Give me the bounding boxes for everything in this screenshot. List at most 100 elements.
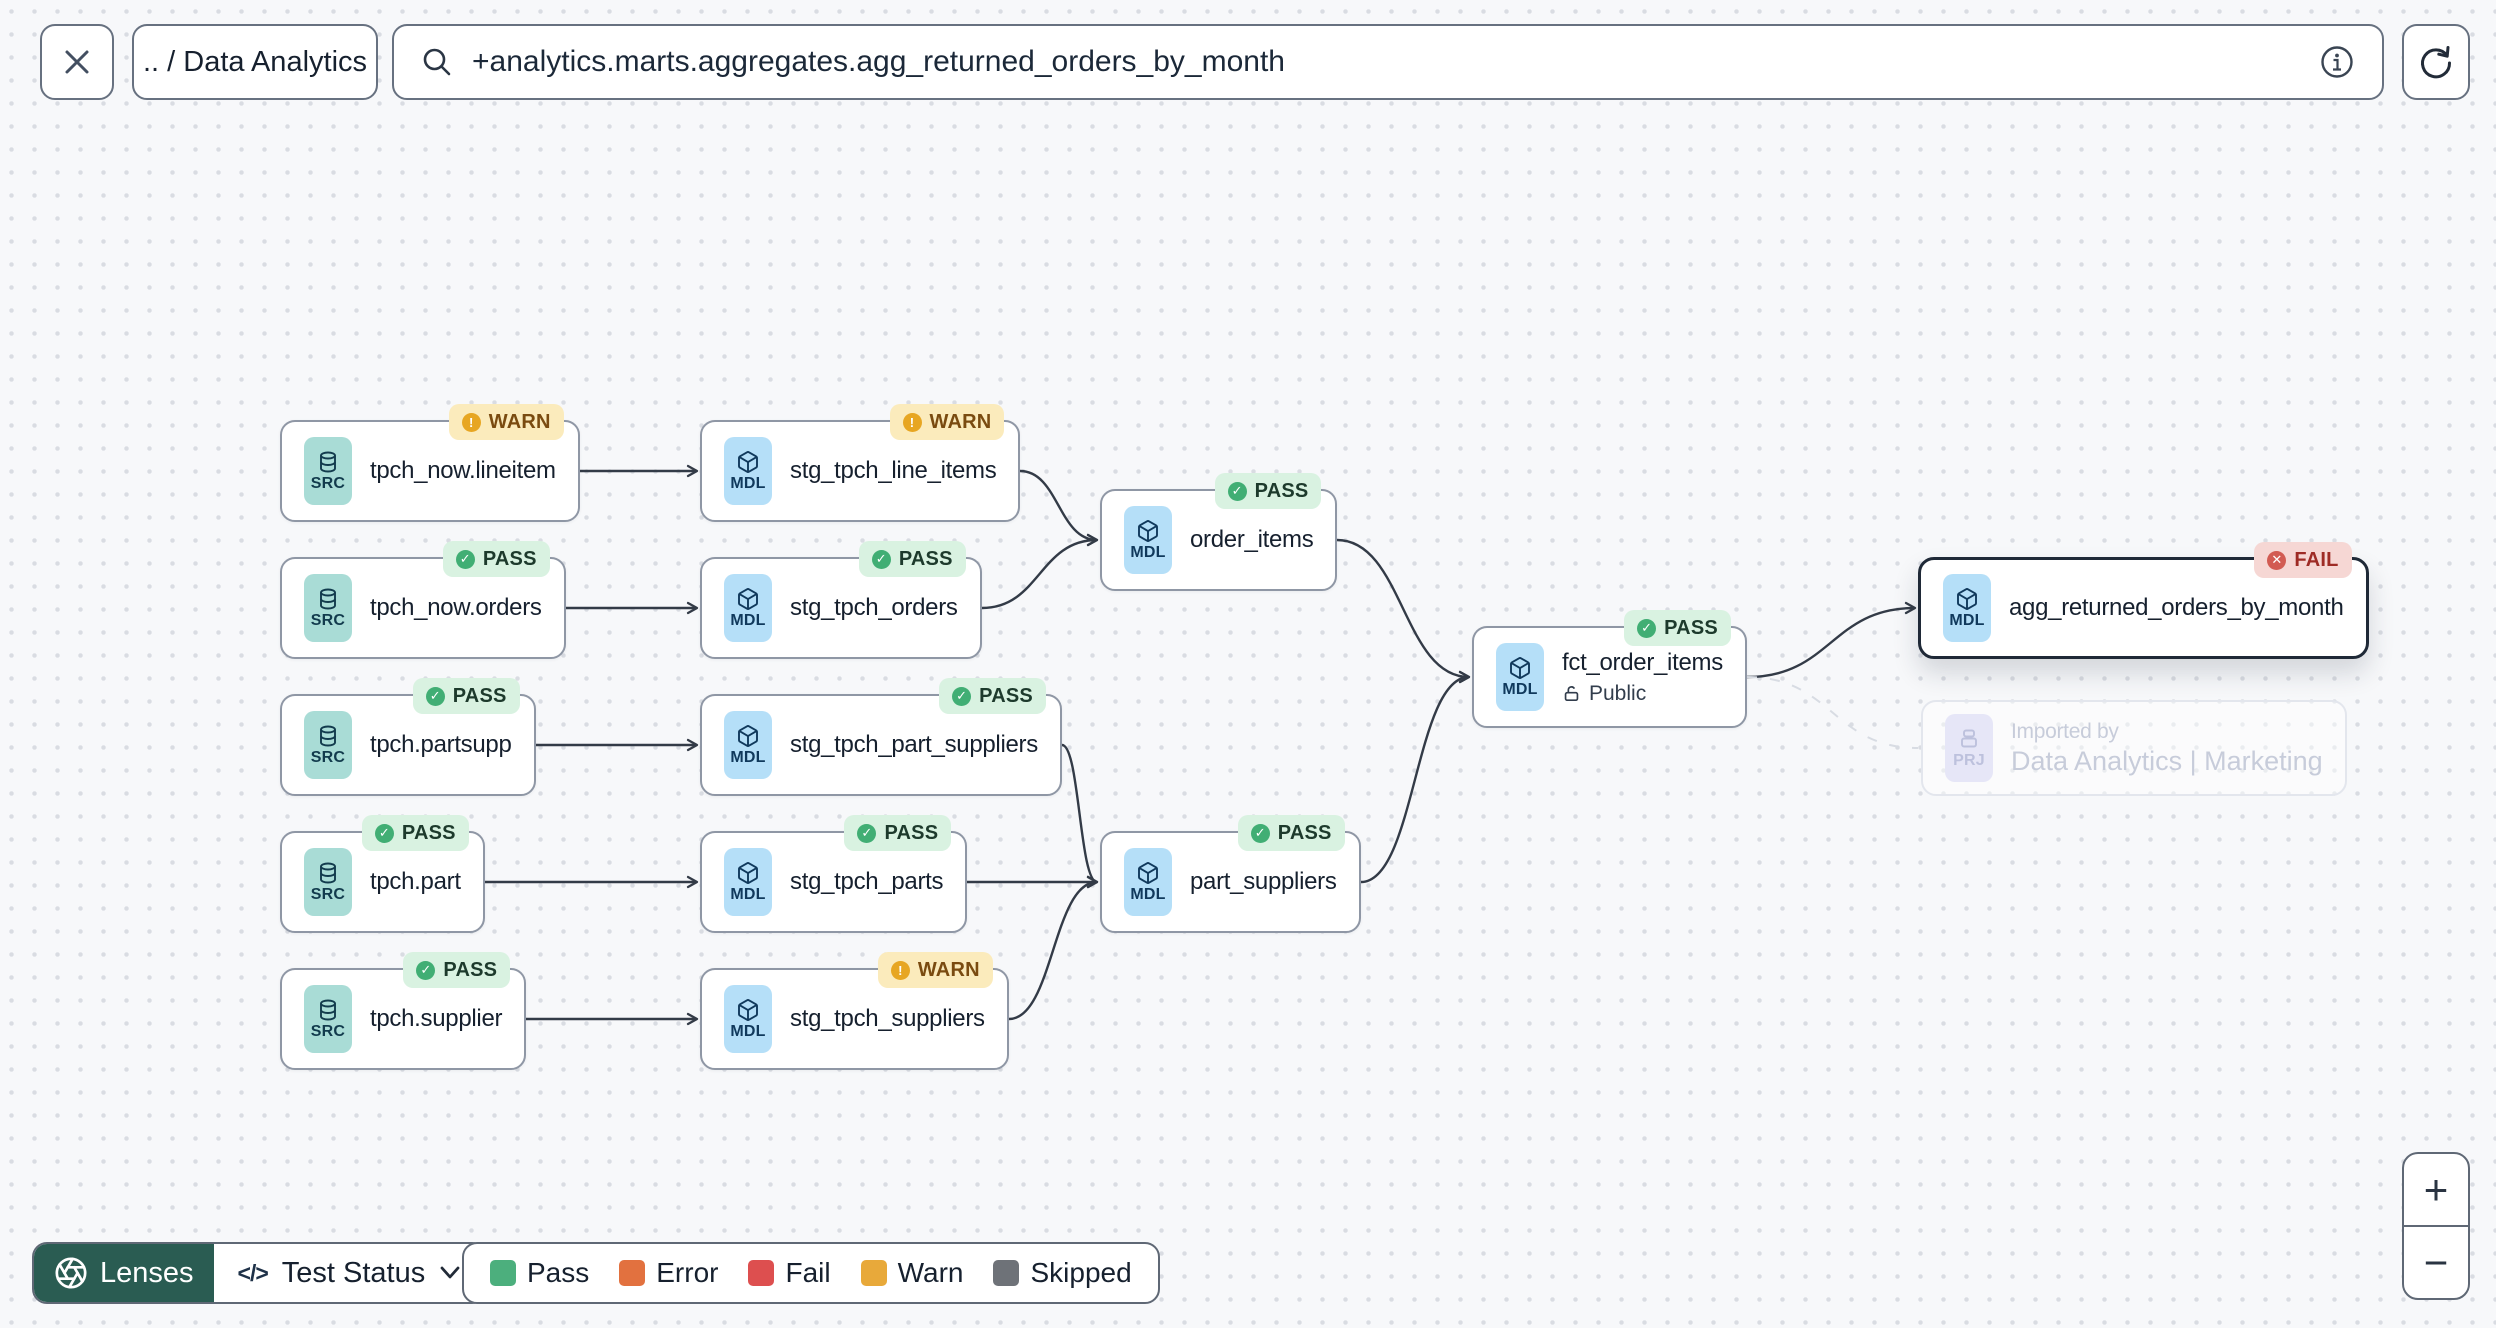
node-label: tpch_now.orders xyxy=(370,594,542,621)
status-label: PASS xyxy=(452,684,507,707)
status-pass-icon: ✓ xyxy=(1227,481,1247,501)
node-tpch_partsupp[interactable]: ✓ PASS SRC tpch.partsupp xyxy=(280,678,536,796)
resource-type-label: MDL xyxy=(730,748,766,766)
lineage-edge xyxy=(981,533,1099,610)
lineage-canvas[interactable]: ! WARN SRC tpch_now.lineitem ! WARN MDL st… xyxy=(0,0,2496,1328)
status-pass-icon: ✓ xyxy=(416,960,436,980)
status-badge: ! WARN xyxy=(877,952,993,988)
node-tpch_now_lineitem[interactable]: ! WARN SRC tpch_now.lineitem xyxy=(280,404,580,522)
aperture-icon xyxy=(55,1257,87,1289)
legend-item: Warn xyxy=(860,1257,963,1289)
legend-swatch xyxy=(860,1260,887,1286)
breadcrumb[interactable]: .. / Data Analytics xyxy=(132,24,378,100)
lineage-edge xyxy=(1746,601,1917,679)
status-pass-icon: ✓ xyxy=(425,686,445,706)
cube-icon xyxy=(738,861,758,884)
status-badge: ✕ FAIL xyxy=(2254,542,2352,578)
node-part_suppliers[interactable]: ✓ PASS MDL part_suppliers xyxy=(1100,815,1361,933)
code-icon: </> xyxy=(237,1259,269,1286)
node-label: fct_order_items xyxy=(1562,648,1723,676)
status-fail-icon: ✕ xyxy=(2267,550,2287,570)
resource-type-label: MDL xyxy=(730,611,766,629)
status-warn-icon: ! xyxy=(902,412,922,432)
resource-type-chip: SRC xyxy=(304,437,352,505)
lineage-edge xyxy=(1061,743,1099,889)
resource-type-label: MDL xyxy=(730,1022,766,1040)
resource-type-chip: MDL xyxy=(724,574,772,642)
legend-item: Skipped xyxy=(993,1257,1132,1289)
lineage-edges xyxy=(485,464,1919,1026)
refresh-icon xyxy=(2421,46,2452,79)
status-pass-icon: ✓ xyxy=(952,686,972,706)
cube-icon xyxy=(1138,861,1158,884)
plus-icon: + xyxy=(2423,1165,2449,1213)
breadcrumb-label: .. / Data Analytics xyxy=(142,45,368,78)
legend-item: Fail xyxy=(748,1257,831,1289)
chevron-down-icon xyxy=(440,1266,460,1279)
search-icon xyxy=(423,48,451,76)
cube-icon xyxy=(1138,519,1158,542)
node-agg_returned_orders_by_month[interactable]: ✕ FAIL MDL agg_returned_orders_by_month xyxy=(1918,542,2369,659)
graph-search-input[interactable] xyxy=(472,45,2300,79)
lenses-label: Lenses xyxy=(100,1256,194,1289)
status-pass-icon: ✓ xyxy=(1250,823,1270,843)
status-label: PASS xyxy=(884,821,939,844)
node-stg_tpch_orders[interactable]: ✓ PASS MDL stg_tpch_orders xyxy=(700,541,982,659)
node-imported_by: PRJ Imported by Data Analytics | Marketing xyxy=(1921,700,2347,796)
resource-type-label: MDL xyxy=(1502,680,1538,698)
legend-swatch xyxy=(993,1260,1020,1286)
node-tpch_part[interactable]: ✓ PASS SRC tpch.part xyxy=(280,815,485,933)
lineage-edge xyxy=(1336,538,1471,684)
graph-search-bar[interactable] xyxy=(392,24,2384,100)
resource-type-label: SRC xyxy=(310,611,346,629)
resource-type-label: PRJ xyxy=(1953,751,1985,769)
close-button[interactable] xyxy=(40,24,114,100)
node-label: tpch_now.lineitem xyxy=(370,457,556,484)
project-icon xyxy=(1961,729,1977,747)
zoom-out-button[interactable]: − xyxy=(2404,1227,2468,1298)
status-warn-icon: ! xyxy=(461,412,481,432)
status-badge: ✓ PASS xyxy=(403,952,511,988)
status-badge: ✓ PASS xyxy=(1214,473,1322,509)
close-icon xyxy=(65,50,89,74)
refresh-button[interactable] xyxy=(2402,24,2470,100)
node-label: stg_tpch_line_items xyxy=(790,457,997,484)
resource-type-label: SRC xyxy=(310,1022,346,1040)
cube-icon xyxy=(1510,656,1530,679)
status-label: PASS xyxy=(443,958,498,981)
zoom-in-button[interactable]: + xyxy=(2404,1154,2468,1227)
node-tpch_now_orders[interactable]: ✓ PASS SRC tpch_now.orders xyxy=(280,541,566,659)
node-stg_tpch_suppliers[interactable]: ! WARN MDL stg_tpch_suppliers xyxy=(700,952,1009,1070)
resource-type-label: MDL xyxy=(730,885,766,903)
info-icon[interactable] xyxy=(2318,43,2356,81)
lens-selector[interactable]: </> Test Status xyxy=(213,1244,486,1302)
status-pass-icon: ✓ xyxy=(374,823,394,843)
database-icon xyxy=(320,862,336,883)
node-stg_tpch_part_suppliers[interactable]: ✓ PASS MDL stg_tpch_part_suppliers xyxy=(700,678,1062,796)
status-label: PASS xyxy=(979,684,1033,707)
cube-icon xyxy=(738,998,758,1021)
status-label: PASS xyxy=(401,821,456,844)
lineage-edge xyxy=(1360,670,1471,884)
legend-label: Error xyxy=(656,1257,719,1288)
resource-type-chip: MDL xyxy=(724,437,772,505)
resource-type-label: MDL xyxy=(1130,543,1166,561)
node-tpch_supplier[interactable]: ✓ PASS SRC tpch.supplier xyxy=(280,952,527,1070)
status-label: PASS xyxy=(1277,821,1332,844)
node-order_items[interactable]: ✓ PASS MDL order_items xyxy=(1100,473,1338,591)
resource-type-label: SRC xyxy=(310,474,346,492)
lenses-button[interactable]: Lenses xyxy=(34,1244,214,1302)
status-badge: ✓ PASS xyxy=(1624,610,1731,646)
node-fct_order_items[interactable]: ✓ PASS MDL fct_order_items Public xyxy=(1472,610,1747,728)
resource-type-label: MDL xyxy=(1949,611,1985,629)
node-label: tpch.part xyxy=(370,868,461,895)
node-stg_tpch_line_items[interactable]: ! WARN MDL stg_tpch_line_items xyxy=(700,404,1021,522)
status-badge: ! WARN xyxy=(889,404,1005,440)
resource-type-chip: MDL xyxy=(724,985,772,1053)
resource-type-chip: MDL xyxy=(724,711,772,779)
status-pass-icon: ✓ xyxy=(857,823,877,843)
node-stg_tpch_parts[interactable]: ✓ PASS MDL stg_tpch_parts xyxy=(700,815,968,933)
status-label: PASS xyxy=(1254,479,1309,502)
resource-type-chip: SRC xyxy=(304,848,352,916)
resource-type-label: SRC xyxy=(310,748,346,766)
